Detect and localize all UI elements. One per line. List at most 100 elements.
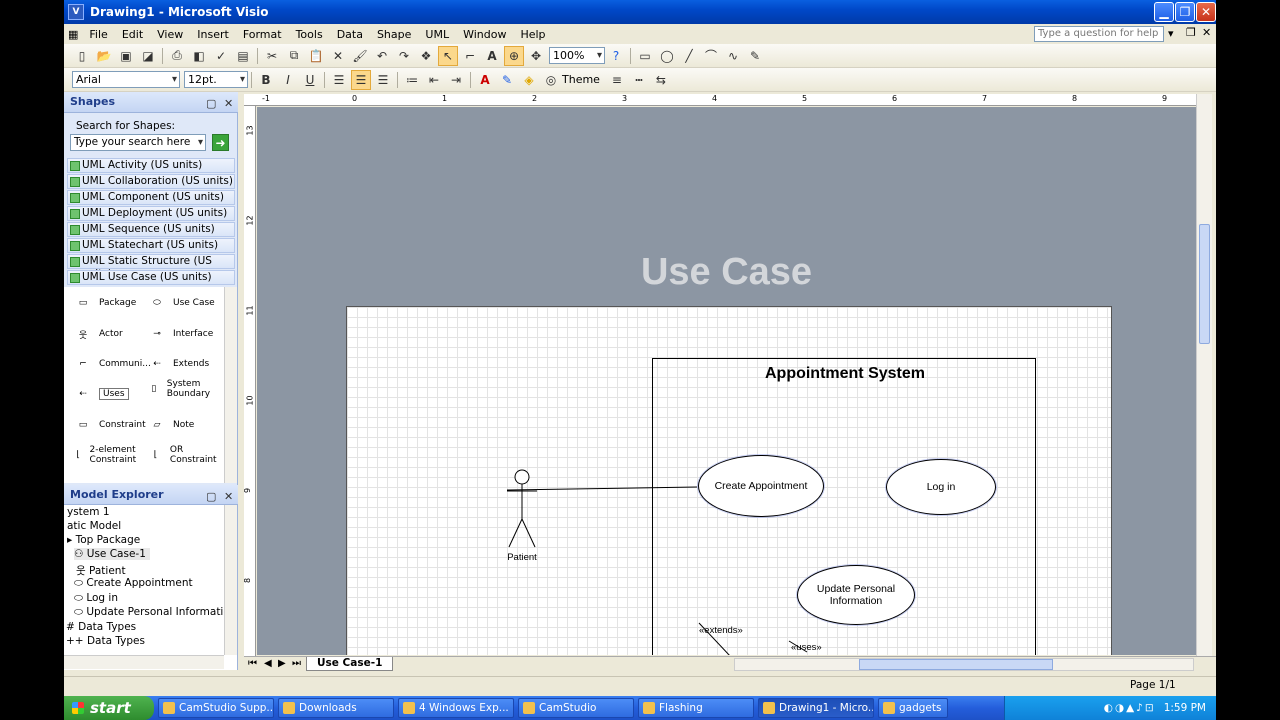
stencil-uml-component[interactable]: UML Component (US units) [67,190,235,205]
explorer-vscrollbar[interactable] [224,505,237,655]
tree-item[interactable]: atic Model [67,520,121,532]
explorer-hscrollbar[interactable] [64,655,224,669]
bullets-icon[interactable]: ≔ [402,70,422,90]
document-menu-icon[interactable]: ▦ [64,28,82,41]
tree-item[interactable]: ⬭ Create Appointment [74,577,193,590]
shapes-window-icon[interactable]: ❖ [416,46,436,66]
pane-restore-icon[interactable]: ▢ [206,487,216,507]
stencil-uml-static-structure[interactable]: UML Static Structure (US units) [67,254,235,280]
pane-close-icon[interactable]: ✕ [224,487,233,507]
last-page-icon[interactable]: ⏭ [292,658,301,669]
master-communication[interactable]: ⌐ Communi... [72,354,151,374]
menu-format[interactable]: Format [236,28,289,41]
master-extends[interactable]: ⇠ Extends [146,354,209,374]
master-interface[interactable]: ⊸ Interface [146,324,213,344]
line-pattern-icon[interactable]: ┅ [629,70,649,90]
freeform-tool-icon[interactable]: ∿ [723,46,743,66]
help-icon[interactable]: ? [606,46,626,66]
task-downloads[interactable]: Downloads [278,698,394,718]
menu-data[interactable]: Data [330,28,370,41]
menu-help[interactable]: Help [513,28,552,41]
bold-icon[interactable]: B [256,70,276,90]
underline-icon[interactable]: U [300,70,320,90]
decrease-indent-icon[interactable]: ⇤ [424,70,444,90]
font-size-combo[interactable]: 12pt. [184,71,248,88]
prev-page-icon[interactable]: ◀ [264,658,272,669]
master-note[interactable]: ▱ Note [146,415,195,435]
stencil-uml-collaboration[interactable]: UML Collaboration (US units) [67,174,235,189]
rectangle-tool-icon[interactable]: ▭ [635,46,655,66]
menu-shape[interactable]: Shape [370,28,418,41]
first-page-icon[interactable]: ⏮ [248,658,257,669]
task-gadgets[interactable]: gadgets [878,698,948,718]
master-package[interactable]: ▭ Package [72,293,137,313]
ellipse-tool-icon[interactable]: ◯ [657,46,677,66]
stencil-uml-activity[interactable]: UML Activity (US units) [67,158,235,173]
menu-tools[interactable]: Tools [289,28,330,41]
search-go-icon[interactable]: ➜ [212,134,229,151]
stencil-uml-deployment[interactable]: UML Deployment (US units) [67,206,235,221]
text-tool-icon[interactable]: A [482,46,502,66]
task-camstudio-support[interactable]: CamStudio Supp... [158,698,274,718]
task-windows-explorer[interactable]: 4 Windows Exp... [398,698,514,718]
vscroll-thumb[interactable] [1199,224,1210,344]
tray-icons[interactable]: ◐◑▲♪⊡ [1104,702,1156,714]
tree-item[interactable]: # Data Types [66,621,136,633]
stencil-uml-use-case[interactable]: UML Use Case (US units) [67,270,235,285]
canvas-vscrollbar[interactable] [1196,94,1212,656]
shape-search-input[interactable]: Type your search here [70,134,206,151]
undo-icon[interactable]: ↶ [372,46,392,66]
page-tab-use-case-1[interactable]: Use Case-1 [306,657,394,671]
align-center-icon[interactable]: ☰ [351,69,371,90]
spelling-icon[interactable]: ✓ [211,46,231,66]
print-preview-icon[interactable]: ◧ [189,46,209,66]
theme-label[interactable]: Theme [562,73,600,86]
pan-zoom-icon[interactable]: ✥ [526,46,546,66]
cut-icon[interactable]: ✂ [262,46,282,66]
master-use-case[interactable]: ⬭ Use Case [146,293,215,313]
line-weight-icon[interactable]: ≡ [607,70,627,90]
task-camstudio[interactable]: CamStudio [518,698,634,718]
tree-item[interactable]: 웃 Patient [76,563,126,578]
menu-edit[interactable]: Edit [115,28,150,41]
help-search-input[interactable]: Type a question for help [1034,26,1164,42]
align-right-icon[interactable]: ☰ [373,70,393,90]
master-actor[interactable]: 웃 Actor [72,324,123,344]
paste-icon[interactable]: 📋 [306,46,326,66]
font-color-icon[interactable]: A [475,70,495,90]
tree-item[interactable]: ▸ Top Package [67,534,140,546]
redo-icon[interactable]: ↷ [394,46,414,66]
font-combo[interactable]: Arial [72,71,180,88]
italic-icon[interactable]: I [278,70,298,90]
increase-indent-icon[interactable]: ⇥ [446,70,466,90]
master-constraint[interactable]: ▭ Constraint [72,415,146,435]
next-page-icon[interactable]: ▶ [278,658,286,669]
pencil-tool-icon[interactable]: ✎ [745,46,765,66]
research-icon[interactable]: ▤ [233,46,253,66]
maximize-button[interactable]: ❐ [1175,2,1195,22]
start-button[interactable]: start [64,696,154,720]
minimize-button[interactable]: ▁ [1154,2,1174,22]
permission-icon[interactable]: ◪ [138,46,158,66]
menu-window[interactable]: Window [456,28,513,41]
arc-tool-icon[interactable]: ⌒ [701,46,721,66]
tree-item[interactable]: ⬭ Update Personal Information [74,606,236,619]
print-icon[interactable]: ⎙ [167,46,187,66]
drawing-page[interactable]: Appointment System Patient Create Appoin… [346,306,1112,655]
use-case-update-personal-information[interactable]: Update Personal Information [797,565,915,625]
use-case-create-appointment[interactable]: Create Appointment [698,455,824,517]
pointer-tool-icon[interactable]: ↖ [438,45,458,66]
use-case-log-in[interactable]: Log in [886,459,996,515]
new-icon[interactable]: ▯ [72,46,92,66]
tree-item[interactable]: ⬭ Log in [74,592,118,605]
stencil-uml-sequence[interactable]: UML Sequence (US units) [67,222,235,237]
line-color-icon[interactable]: ✎ [497,70,517,90]
line-ends-icon[interactable]: ⇆ [651,70,671,90]
close-button[interactable]: ✕ [1196,2,1216,22]
align-left-icon[interactable]: ☰ [329,70,349,90]
pane-close-icon[interactable]: ✕ [224,94,233,114]
stencil-uml-statechart[interactable]: UML Statechart (US units) [67,238,235,253]
fill-color-icon[interactable]: ◈ [519,70,539,90]
doc-close-icon[interactable]: ✕ [1202,26,1211,39]
tree-item[interactable]: ystem 1 [67,506,110,518]
